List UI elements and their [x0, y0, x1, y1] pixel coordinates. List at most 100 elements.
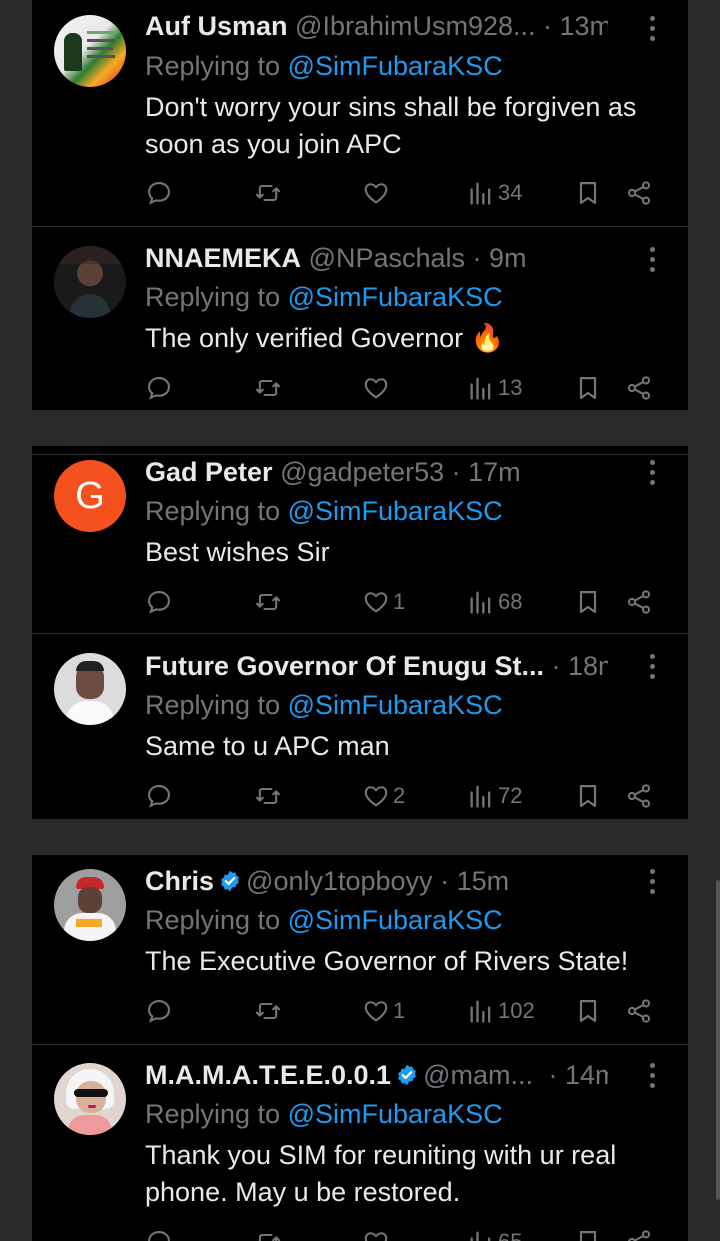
tweet[interactable]: Future Governor Of Enugu St... · 18m Rep…	[32, 634, 688, 819]
replying-to-link[interactable]: @SimFubaraKSC	[288, 1099, 503, 1129]
view-count: 34	[498, 180, 523, 205]
user-handle[interactable]: @NPaschals	[309, 243, 465, 273]
more-icon[interactable]	[644, 245, 660, 275]
replying-to-link[interactable]: @SimFubaraKSC	[288, 282, 503, 312]
retweet-icon[interactable]	[254, 1227, 282, 1241]
avatar[interactable]	[54, 869, 126, 941]
reply-icon[interactable]	[145, 1227, 173, 1241]
replying-to: Replying to @SimFubaraKSC	[145, 1097, 503, 1131]
user-handle[interactable]: @mam...	[423, 1060, 533, 1090]
reply-icon[interactable]	[145, 178, 173, 208]
timestamp[interactable]: · 18m	[552, 651, 608, 681]
display-name[interactable]: NNAEMEKA	[145, 243, 301, 273]
timestamp[interactable]: · 13m	[543, 11, 608, 41]
reply-icon[interactable]	[145, 373, 173, 403]
avatar[interactable]	[54, 1063, 126, 1135]
more-icon[interactable]	[644, 14, 660, 44]
replying-to-label: Replying to	[145, 496, 281, 526]
view-count: 72	[498, 783, 523, 808]
tweet[interactable]: G Gad Peter @gadpeter53 · 17m Replying t…	[32, 446, 688, 634]
replying-to-link[interactable]: @SimFubaraKSC	[288, 905, 503, 935]
retweet-icon[interactable]	[254, 587, 282, 617]
like-button[interactable]: 2	[362, 781, 405, 811]
tweet-header: Gad Peter @gadpeter53 · 17m	[145, 455, 608, 489]
tweet-text: Best wishes Sir	[145, 537, 330, 567]
bookmark-icon[interactable]	[574, 996, 602, 1026]
avatar[interactable]	[54, 653, 126, 725]
like-button[interactable]: 1	[362, 587, 405, 617]
verified-badge-icon	[218, 869, 242, 893]
reply-icon[interactable]	[145, 587, 173, 617]
user-handle[interactable]: @only1topboyy	[246, 866, 433, 896]
tweet[interactable]: Auf Usman @IbrahimUsm928... · 13m Replyi…	[32, 0, 688, 227]
replying-to-label: Replying to	[145, 690, 281, 720]
tweet-header: Auf Usman @IbrahimUsm928... · 13m	[145, 9, 608, 43]
like-icon	[362, 179, 390, 207]
share-icon[interactable]	[625, 781, 653, 811]
replying-to-link[interactable]: @SimFubaraKSC	[288, 51, 503, 81]
share-icon[interactable]	[625, 1227, 653, 1241]
retweet-icon[interactable]	[254, 373, 282, 403]
avatar[interactable]: G	[54, 460, 126, 532]
display-name[interactable]: Gad Peter	[145, 457, 273, 487]
timestamp[interactable]: · 17m	[452, 457, 521, 487]
views-button[interactable]: 13	[467, 373, 522, 403]
like-icon	[362, 1228, 390, 1241]
display-name[interactable]: M.A.M.A.T.E.E.0.0.1	[145, 1060, 391, 1090]
replying-to-label: Replying to	[145, 51, 281, 81]
replying-to-link[interactable]: @SimFubaraKSC	[288, 496, 503, 526]
avatar[interactable]	[54, 246, 126, 318]
replying-to-link[interactable]: @SimFubaraKSC	[288, 690, 503, 720]
views-button[interactable]: 102	[467, 996, 535, 1026]
more-icon[interactable]	[644, 652, 660, 682]
bookmark-icon[interactable]	[574, 178, 602, 208]
display-name[interactable]: Auf Usman	[145, 11, 288, 41]
views-button[interactable]: 68	[467, 587, 522, 617]
share-icon[interactable]	[625, 373, 653, 403]
like-button[interactable]	[362, 178, 393, 208]
like-button[interactable]	[362, 373, 393, 403]
tweet[interactable]: Chris @only1topboyy · 15m Replying to @Si…	[32, 855, 688, 1045]
tweet-actions: 65	[145, 1227, 665, 1241]
views-button[interactable]: 72	[467, 781, 522, 811]
replying-to-label: Replying to	[145, 282, 281, 312]
bookmark-icon[interactable]	[574, 587, 602, 617]
more-icon[interactable]	[644, 458, 660, 488]
bookmark-icon[interactable]	[574, 1227, 602, 1241]
user-handle[interactable]: @IbrahimUsm928...	[295, 11, 535, 41]
display-name[interactable]: Future Governor Of Enugu St...	[145, 651, 544, 681]
more-icon[interactable]	[644, 1061, 660, 1091]
bookmark-icon[interactable]	[574, 373, 602, 403]
views-button[interactable]: 65	[467, 1227, 522, 1241]
retweet-icon[interactable]	[254, 781, 282, 811]
retweet-icon[interactable]	[254, 996, 282, 1026]
retweet-icon[interactable]	[254, 178, 282, 208]
tweet-text: Same to u APC man	[145, 731, 390, 761]
share-icon[interactable]	[625, 587, 653, 617]
views-icon	[467, 997, 495, 1025]
tweet-actions: 1 102	[145, 996, 665, 1026]
scrollbar[interactable]	[716, 880, 720, 1200]
tweet[interactable]: M.A.M.A.T.E.E.0.0.1 @mam... · 14m Replyin…	[32, 1045, 688, 1241]
display-name[interactable]: Chris	[145, 866, 214, 896]
timestamp[interactable]: · 14m	[549, 1060, 609, 1090]
tweet-text: Thank you SIM for reuniting with ur real…	[145, 1140, 617, 1207]
like-button[interactable]	[362, 1227, 393, 1241]
tweet-header: Future Governor Of Enugu St... · 18m	[145, 649, 608, 683]
replying-to-label: Replying to	[145, 1099, 281, 1129]
share-icon[interactable]	[625, 996, 653, 1026]
reply-icon[interactable]	[145, 996, 173, 1026]
views-button[interactable]: 34	[467, 178, 522, 208]
avatar[interactable]	[54, 15, 126, 87]
reply-icon[interactable]	[145, 781, 173, 811]
more-icon[interactable]	[644, 867, 660, 897]
timestamp[interactable]: · 9m	[473, 243, 527, 273]
like-button[interactable]: 1	[362, 996, 405, 1026]
user-handle[interactable]: @gadpeter53	[280, 457, 444, 487]
tweet[interactable]: NNAEMEKA @NPaschals · 9m Replying to @Si…	[32, 227, 688, 410]
replying-to: Replying to @SimFubaraKSC	[145, 688, 503, 722]
like-icon	[362, 782, 390, 810]
timestamp[interactable]: · 15m	[440, 866, 509, 896]
bookmark-icon[interactable]	[574, 781, 602, 811]
share-icon[interactable]	[625, 178, 653, 208]
